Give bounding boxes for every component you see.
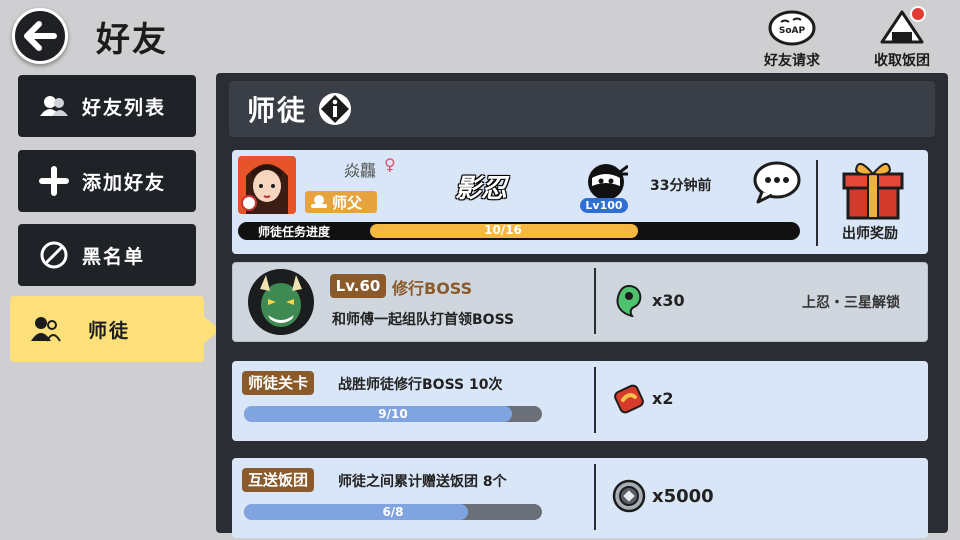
sidebar-item-blacklist[interactable]: 黑名单 xyxy=(18,224,196,286)
gift-box-icon[interactable] xyxy=(838,156,908,222)
mentor-icon xyxy=(26,309,66,349)
section-header: 师徒 xyxy=(229,81,935,137)
friends-icon xyxy=(34,86,74,126)
boss-reward-qty: x30 xyxy=(652,291,685,310)
boss-title: 修行BOSS xyxy=(392,279,473,298)
task-tag: 师徒关卡 xyxy=(242,371,315,395)
svg-text:SoAP: SoAP xyxy=(779,26,806,36)
divider xyxy=(594,268,596,334)
task-description: 战胜师徒修行BOSS 10次 xyxy=(338,377,503,393)
section-title: 师徒 xyxy=(247,94,308,127)
green-magatama-icon xyxy=(612,283,646,318)
task-row xyxy=(232,361,928,441)
page-title: 好友 xyxy=(96,20,168,60)
clan-logo: 影忍 xyxy=(455,174,508,204)
chat-bubble-icon[interactable] xyxy=(752,160,802,204)
collect-rice-ball-label: 收取饭团 xyxy=(874,53,930,69)
task-progress-value: 6/8 xyxy=(382,505,404,519)
plus-icon xyxy=(34,161,74,201)
task-reward-qty: x5000 xyxy=(652,486,714,507)
arrow-left-icon xyxy=(24,21,57,51)
task-progress-value: 9/10 xyxy=(378,407,408,421)
last-online: 33分钟前 xyxy=(650,178,712,194)
divider xyxy=(594,367,596,433)
sidebar-item-label: 师徒 xyxy=(88,319,131,342)
info-icon[interactable] xyxy=(319,93,352,125)
back-button[interactable] xyxy=(12,8,68,64)
graduation-reward-label: 出师奖励 xyxy=(842,226,898,242)
role-label: 师父 xyxy=(332,193,363,212)
red-scroll-icon xyxy=(612,381,646,415)
avatar[interactable] xyxy=(238,156,296,214)
rice-ball-icon xyxy=(880,6,926,44)
sidebar-item-mentorship[interactable]: 师徒 xyxy=(10,296,204,362)
role-badge: 师父 xyxy=(305,191,377,213)
sidebar-item-friend-list[interactable]: 好友列表 xyxy=(18,75,196,137)
sidebar-item-label: 添加好友 xyxy=(82,171,167,194)
boss-level-badge: Lv.60 xyxy=(330,274,386,298)
task-row xyxy=(232,458,928,538)
friend-requests-button[interactable]: SoAP 好友请求 xyxy=(752,8,832,72)
sidebar-item-add-friend[interactable]: 添加好友 xyxy=(18,150,196,212)
unlock-requirement: 上忍・三星解锁 xyxy=(802,295,900,311)
sidebar-item-label: 黑名单 xyxy=(82,245,146,268)
coin-icon xyxy=(612,479,646,513)
friend-requests-label: 好友请求 xyxy=(764,53,820,69)
progress-label: 师徒任务进度 xyxy=(258,225,331,239)
soap-bubble-icon: SoAP xyxy=(768,10,816,46)
task-reward-qty: x2 xyxy=(652,389,674,408)
gender-female-icon: ♀ xyxy=(384,155,396,174)
task-description: 师徒之间累计赠送饭团 8个 xyxy=(338,474,507,490)
ninja-head-icon xyxy=(584,158,629,202)
master-name: 焱龘 xyxy=(344,161,377,180)
progress-value: 10/16 xyxy=(484,223,522,237)
task-tag: 互送饭团 xyxy=(242,468,315,492)
divider xyxy=(594,464,596,530)
hat-icon xyxy=(311,195,327,208)
oni-boss-icon xyxy=(248,269,314,335)
block-icon xyxy=(34,235,74,275)
sidebar-item-label: 好友列表 xyxy=(82,96,167,119)
divider xyxy=(816,160,818,246)
collect-rice-ball-button[interactable]: 收取饭团 xyxy=(862,6,942,70)
level-badge: Lv100 xyxy=(580,198,628,213)
boss-description: 和师傅一起组队打首领BOSS xyxy=(332,312,515,328)
